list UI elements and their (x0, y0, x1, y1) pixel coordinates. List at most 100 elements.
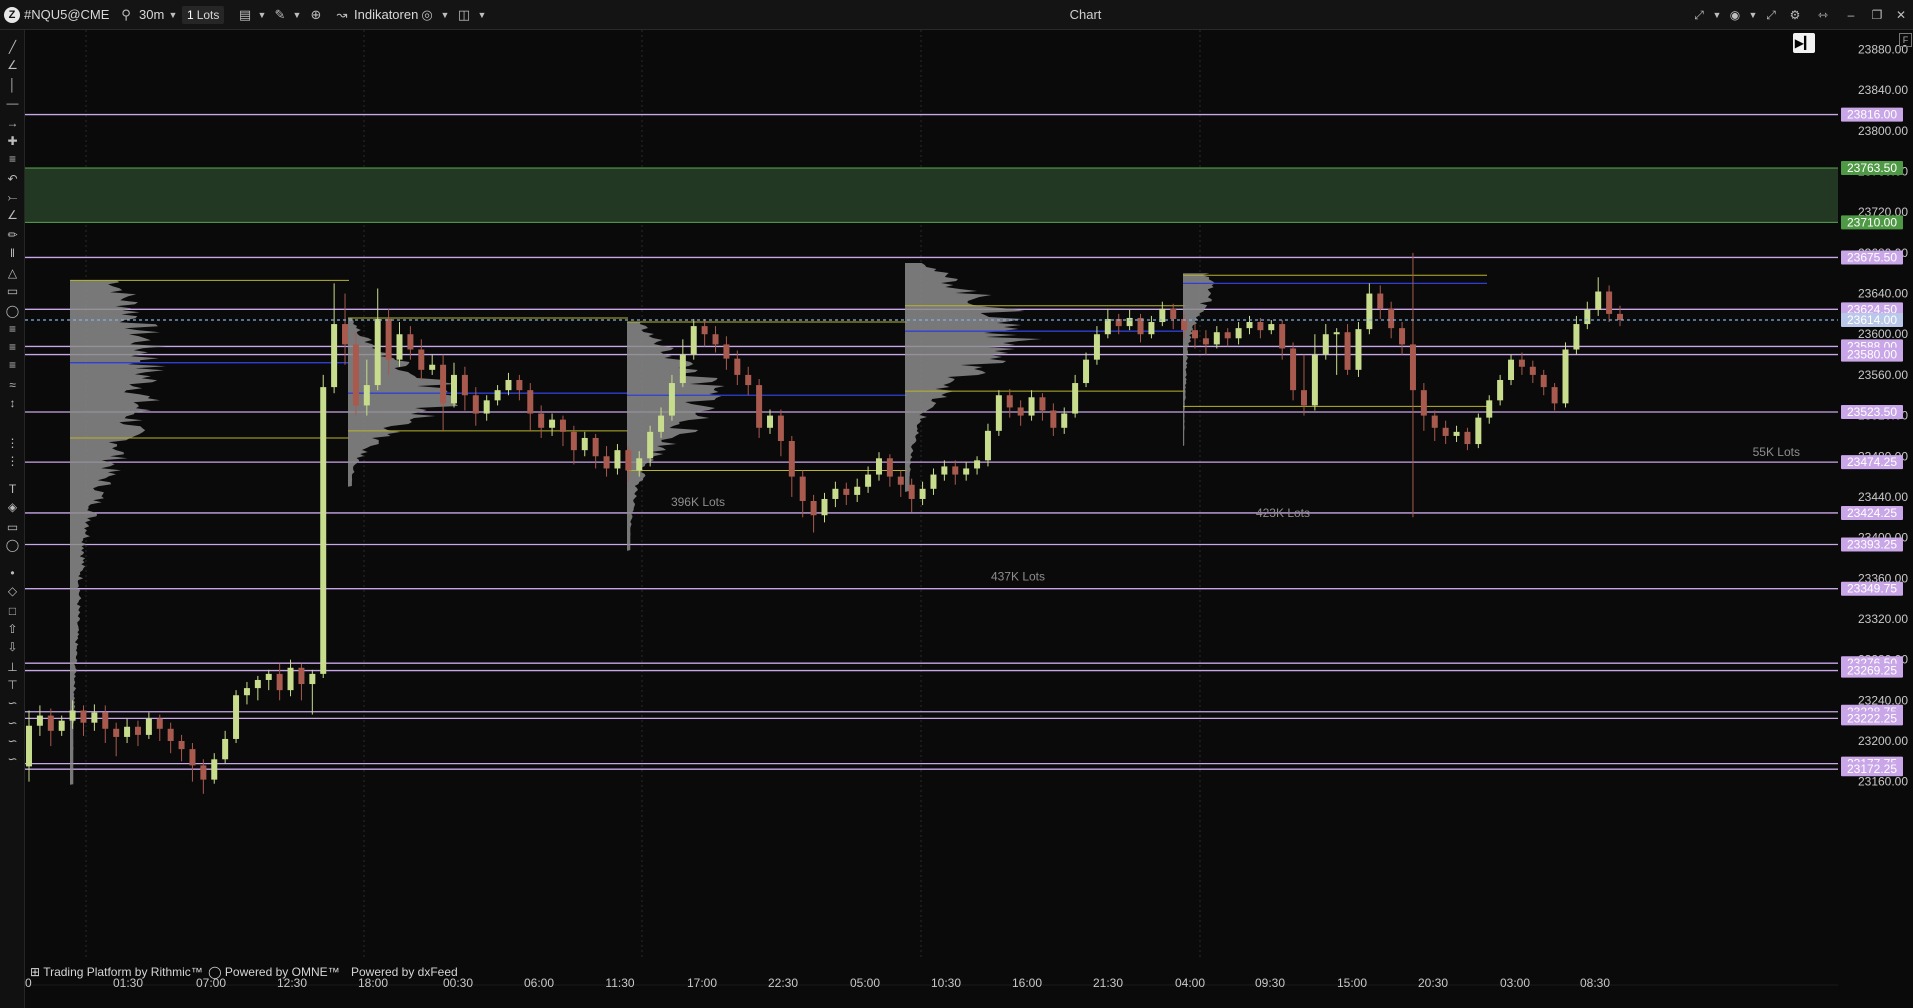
candle-body (1202, 338, 1209, 345)
volume-label: 423K Lots (1256, 506, 1310, 520)
crosshair-sync-icon[interactable]: ⤢ (1690, 6, 1708, 24)
parallel-channel-icon[interactable]: ‖ (3, 244, 22, 262)
chevron-down-icon[interactable]: ▼ (164, 6, 182, 24)
circle-icon[interactable]: ◯ (3, 302, 22, 320)
drawing-toolbar: ╱ ∠ │ — → ✚ ≡ ↶ ⤚ ∠ ✏ ‖ △ ▭ ◯ ≡ ≡ ≡ ≈ ↕ ⋮ ⋮ T ◈ ▭ ◯ • ◇ □ ⇧ ⇩ ⊥ ⊤ ∽ ∽ ∽ ∽ (0, 30, 25, 1008)
arrow-up-marker-icon[interactable]: ⇧ (3, 620, 22, 638)
candle-body (1420, 390, 1427, 416)
candle (1508, 354, 1515, 386)
fib-lines-icon[interactable]: ≡ (3, 150, 22, 168)
camera-icon[interactable]: ◉ (1726, 6, 1744, 24)
fixed-scale-icon[interactable]: F (1899, 33, 1912, 47)
symbol-selector[interactable]: #NQU5@CME (24, 6, 109, 24)
restore-icon[interactable]: ❐ (1868, 6, 1886, 24)
chevron-down-icon[interactable]: ▼ (1708, 6, 1726, 24)
chevron-down-icon[interactable]: ▼ (253, 6, 271, 24)
vertical-line-icon[interactable]: │ (3, 76, 22, 94)
fullscreen-icon[interactable]: ⤢ (1762, 6, 1780, 24)
lots-field[interactable]: 1 Lots (182, 6, 225, 24)
candle-body (1279, 324, 1286, 349)
fib-retracement-icon[interactable]: ≡ (3, 320, 22, 338)
candle-body (374, 318, 381, 386)
drawing-target-icon[interactable]: ◎ (418, 6, 436, 24)
angle-tool-icon[interactable]: ∠ (3, 56, 22, 74)
ruler-icon[interactable]: ✏ (3, 226, 22, 244)
price-tick-label: 23800.00 (1858, 124, 1908, 138)
crosshair-icon[interactable]: ✚ (3, 132, 22, 150)
candle (1344, 324, 1351, 375)
candle-body (799, 476, 806, 502)
close-icon[interactable]: ✕ (1892, 6, 1910, 24)
diamond-icon[interactable]: ◇ (3, 582, 22, 600)
elliott-icon[interactable]: ∽ (3, 694, 22, 712)
candle-body (407, 334, 414, 350)
horizontal-line-icon[interactable]: — (3, 94, 22, 112)
minimize-icon[interactable]: – (1842, 6, 1860, 24)
candle (897, 470, 904, 497)
dxfeed-text: Powered by dxFeed (350, 965, 458, 979)
level-price-tag: 23523.50 (1847, 405, 1897, 419)
ellipse-icon[interactable]: ◯ (3, 536, 22, 554)
candle (1137, 313, 1144, 343)
candle-body (287, 667, 294, 691)
price-tick-label: 23160.00 (1858, 775, 1908, 789)
candle (1442, 420, 1449, 445)
layout-icon[interactable]: ◫ (455, 6, 473, 24)
candle (821, 492, 828, 523)
wave-icon[interactable]: ≈ (3, 376, 22, 394)
price-label-icon[interactable]: ◈ (3, 498, 22, 516)
candle-body (1181, 318, 1188, 331)
candle (1409, 252, 1416, 518)
candle-body (1072, 383, 1079, 414)
chevron-down-icon[interactable]: ▼ (473, 6, 491, 24)
chevron-down-icon[interactable]: ▼ (436, 6, 454, 24)
square-icon[interactable]: □ (3, 602, 22, 620)
chart-type-icon[interactable]: ▤ (236, 6, 254, 24)
candle-body (941, 466, 948, 475)
dotted-grid-icon[interactable]: ⋮ (3, 434, 22, 452)
arrow-down-marker-icon[interactable]: ⇩ (3, 638, 22, 656)
candle-body (1355, 329, 1362, 370)
candle-body (919, 488, 926, 499)
speed-lines-icon[interactable]: ↕ (3, 394, 22, 412)
settings-icon[interactable]: ⚙ (1786, 6, 1804, 24)
scroll-to-latest-button[interactable]: ▶▎ (1793, 33, 1815, 53)
measure-icon[interactable]: ∽ (3, 750, 22, 768)
search-icon[interactable]: ⚲ (117, 6, 135, 24)
short-position-icon[interactable]: ⊤ (3, 676, 22, 694)
zigzag-icon[interactable]: ∽ (3, 714, 22, 732)
gann-icon[interactable]: ∠ (3, 206, 22, 224)
dotted-vertical-icon[interactable]: ⋮ (3, 452, 22, 470)
pattern-icon[interactable]: ∽ (3, 732, 22, 750)
dot-icon[interactable]: • (3, 564, 22, 582)
candle-body (1409, 344, 1416, 391)
long-position-icon[interactable]: ⊥ (3, 658, 22, 676)
level-price-tag: 23816.00 (1847, 108, 1897, 122)
callout-icon[interactable]: ▭ (3, 518, 22, 536)
pin-icon[interactable]: ⇿ (1814, 6, 1832, 24)
timeframe-selector[interactable]: 30m (139, 6, 164, 24)
curve-tool-icon[interactable]: ↶ (3, 170, 22, 188)
draw-pencil-icon[interactable]: ✎ (271, 6, 289, 24)
line-tool-icon[interactable]: ╱ (3, 38, 22, 56)
top-toolbar: Z #NQU5@CME ⚲ 30m ▼ 1 Lots ▤ ▼ ✎ ▼ ⊕ ↝ In… (0, 0, 1913, 30)
candle-body (178, 740, 185, 750)
fib-fan-icon[interactable]: ≡ (3, 356, 22, 374)
fib-extension-icon[interactable]: ≡ (3, 338, 22, 356)
indicators-button[interactable]: Indikatoren (354, 6, 418, 24)
price-chart[interactable]: 396K Lots437K Lots423K Lots55K Lots23880… (25, 30, 1913, 1008)
candle-body (679, 354, 686, 384)
app-logo-icon[interactable]: Z (4, 7, 20, 23)
chevron-down-icon[interactable]: ▼ (288, 6, 306, 24)
zoom-icon[interactable]: ⊕ (307, 6, 325, 24)
text-tool-icon[interactable]: T (3, 480, 22, 498)
price-tick-label: 23320.00 (1858, 612, 1908, 626)
candle-body (603, 456, 610, 469)
triangle-icon[interactable]: △ (3, 264, 22, 282)
rectangle-icon[interactable]: ▭ (3, 282, 22, 300)
arrow-tool-icon[interactable]: → (3, 114, 22, 132)
chevron-down-icon[interactable]: ▼ (1744, 6, 1762, 24)
pitchfork-icon[interactable]: ⤚ (3, 188, 22, 206)
candle-body (974, 460, 981, 469)
indicators-icon[interactable]: ↝ (333, 6, 351, 24)
